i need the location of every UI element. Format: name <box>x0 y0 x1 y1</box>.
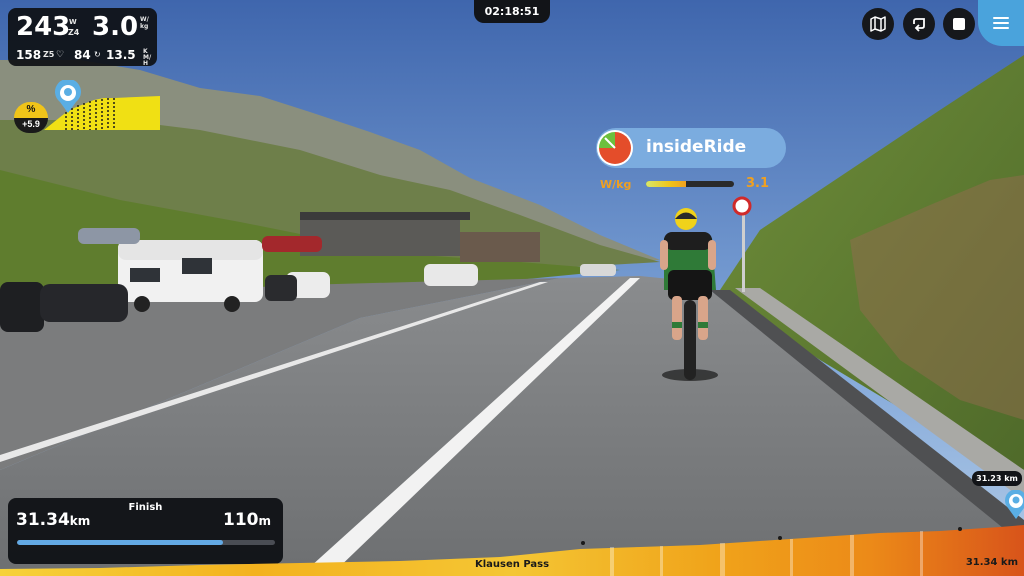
stop-button[interactable] <box>943 8 975 40</box>
rider-avatar-icon <box>597 130 633 166</box>
speed-unit: KM/H <box>143 48 152 67</box>
rider-wkg-fill <box>646 181 686 187</box>
wkg-unit: W/kg <box>140 16 149 30</box>
speed-value: 13.5 <box>106 48 136 62</box>
gradient-badge: % +5.9 <box>14 102 48 133</box>
ride-stats-panel: 243 W Z4 3.0 W/kg 158 Z5 ♡ 84 ↻ 13.5 KM/… <box>8 8 157 67</box>
cadence-icon: ↻ <box>94 50 101 59</box>
loop-icon <box>913 18 925 32</box>
gradient-value: +5.9 <box>14 118 48 133</box>
wkg-value: 3.0 <box>92 12 139 42</box>
ride-video-background <box>0 0 1024 576</box>
gradient-unit: % <box>14 102 48 118</box>
power-zone: Z4 <box>68 28 80 37</box>
rider-wkg-value: 3.1 <box>746 176 770 191</box>
route-total-distance: 31.34 km <box>965 557 1018 568</box>
cadence-value: 84 <box>74 48 91 62</box>
rider-name: insideRide <box>646 137 747 157</box>
hamburger-menu-icon <box>993 17 1009 29</box>
power-unit: W <box>69 18 77 26</box>
heart-icon: ♡ <box>56 49 65 59</box>
current-position-icon <box>1005 490 1024 519</box>
current-distance-marker: 31.23 km <box>972 471 1022 486</box>
stop-icon <box>953 18 965 30</box>
heart-rate-zone: Z5 <box>43 50 55 59</box>
power-value: 243 <box>16 12 71 42</box>
heart-rate-value: 158 <box>16 48 42 62</box>
rider-wkg-label: W/kg <box>600 178 632 191</box>
rider-name-tag[interactable]: insideRide <box>596 128 786 168</box>
map-button[interactable] <box>862 8 894 40</box>
map-icon <box>870 16 886 32</box>
loop-button[interactable] <box>903 8 935 40</box>
rider-position-icon <box>55 80 81 113</box>
route-name: Klausen Pass <box>474 559 550 570</box>
rider-wkg-bar <box>646 181 734 187</box>
menu-button[interactable] <box>978 0 1024 46</box>
elapsed-timer: 02:18:51 <box>474 0 550 23</box>
